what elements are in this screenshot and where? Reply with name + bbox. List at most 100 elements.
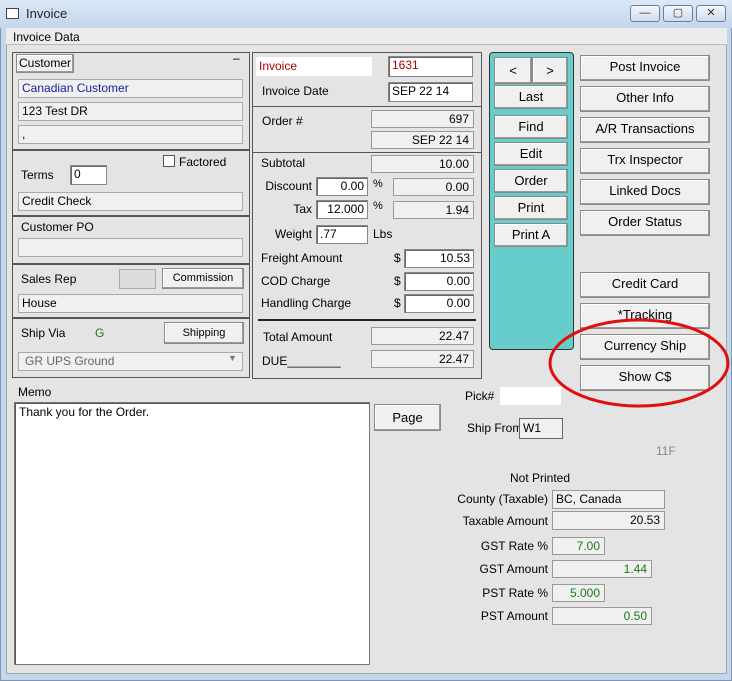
county-field: BC, Canada — [552, 490, 665, 509]
invoice-number-field[interactable]: 1631 — [388, 56, 473, 77]
total-amount-field: 22.47 — [371, 327, 474, 345]
menu-bar: Invoice Data — [6, 28, 727, 45]
ship-from-label: Ship From — [467, 421, 523, 435]
edit-button[interactable]: Edit — [494, 142, 568, 166]
ar-transactions-button[interactable]: A/R Transactions — [580, 117, 710, 143]
totals-separator — [258, 319, 476, 321]
credit-card-button[interactable]: Credit Card — [580, 272, 710, 298]
due-label: DUE________ — [262, 354, 341, 368]
freight-label: Freight Amount — [261, 251, 343, 265]
cod-label: COD Charge — [261, 274, 331, 288]
ship-via-label: Ship Via — [21, 326, 66, 340]
cod-input[interactable]: 0.00 — [404, 272, 474, 291]
window-icon — [6, 8, 19, 19]
gst-amount-label: GST Amount — [479, 562, 548, 576]
discount-pct-sign: % — [373, 178, 383, 190]
order-status-button[interactable]: Order Status — [580, 210, 710, 236]
commission-button[interactable]: Commission — [162, 268, 244, 289]
credit-check-field[interactable]: Credit Check — [18, 192, 243, 211]
invoice-date-label: Invoice Date — [262, 84, 329, 98]
customer-address-field[interactable]: 123 Test DR — [18, 102, 243, 121]
ship-method-select[interactable]: GR UPS Ground — [18, 352, 243, 371]
terms-label: Terms — [21, 168, 54, 182]
trx-inspector-button[interactable]: Trx Inspector — [580, 148, 710, 174]
dropdown-arrow-icon[interactable]: ▼ — [228, 353, 237, 363]
order-number-label: Order # — [262, 114, 303, 128]
weight-label: Weight — [274, 227, 312, 241]
customer-button[interactable]: Customer — [16, 54, 74, 73]
pst-amount-label: PST Amount — [480, 609, 548, 623]
print-button[interactable]: Print — [494, 196, 568, 220]
terms-input[interactable]: 0 — [70, 165, 107, 185]
code-label: 11F — [656, 444, 676, 458]
pick-label: Pick# — [465, 389, 495, 403]
discount-field: 0.00 — [393, 178, 474, 196]
weight-input[interactable]: .77 — [316, 225, 368, 244]
ship-from-field[interactable]: W1 — [519, 418, 563, 439]
shipping-button[interactable]: Shipping — [164, 322, 244, 344]
gst-amount-field: 1.44 — [552, 560, 652, 578]
other-info-button[interactable]: Other Info — [580, 86, 710, 112]
invoice-separator — [253, 106, 481, 107]
handling-input[interactable]: 0.00 — [404, 294, 474, 313]
memo-label: Memo — [18, 385, 52, 399]
invoice-date-field[interactable]: SEP 22 14 — [388, 82, 473, 102]
order-separator — [253, 152, 481, 153]
customer-city-field[interactable]: , — [18, 125, 243, 144]
tax-pct-input[interactable]: 12.000 — [316, 200, 368, 219]
factored-label: Factored — [179, 155, 227, 169]
total-amount-label: Total Amount — [263, 330, 333, 344]
customer-dash: – — [233, 51, 240, 65]
order-number-field: 697 — [371, 110, 474, 128]
find-button[interactable]: Find — [494, 115, 568, 139]
freight-dollar: $ — [394, 251, 401, 265]
minimize-button[interactable]: — — [630, 5, 660, 22]
maximize-button[interactable]: ▢ — [663, 5, 693, 22]
menu-invoice-data[interactable]: Invoice Data — [13, 30, 80, 44]
window-title: Invoice — [26, 6, 68, 21]
customer-po-field[interactable] — [18, 238, 243, 257]
prev-button[interactable]: < — [494, 57, 532, 84]
post-invoice-button[interactable]: Post Invoice — [580, 55, 710, 81]
close-button[interactable]: ✕ — [696, 5, 726, 22]
print-a-button[interactable]: Print A — [494, 223, 568, 247]
sales-rep-field[interactable]: House — [18, 294, 243, 313]
ship-via-code: G — [95, 326, 105, 340]
county-label: County (Taxable) — [457, 492, 548, 506]
invoice-label: Invoice — [256, 57, 372, 76]
pst-rate-label: PST Rate % — [482, 586, 548, 600]
subtotal-field: 10.00 — [371, 155, 474, 173]
cod-dollar: $ — [394, 274, 401, 288]
customer-name-field[interactable]: Canadian Customer — [18, 79, 243, 98]
tax-label: Tax — [293, 202, 312, 216]
order-date-field: SEP 22 14 — [371, 131, 474, 149]
gst-rate-label: GST Rate % — [480, 539, 548, 553]
factored-checkbox[interactable] — [163, 155, 175, 167]
freight-input[interactable]: 10.53 — [404, 249, 474, 268]
sales-rep-code-field[interactable] — [119, 269, 156, 289]
last-button[interactable]: Last — [494, 85, 568, 109]
title-bar[interactable] — [0, 0, 732, 28]
tax-pct-sign: % — [373, 200, 383, 212]
pst-amount-field: 0.50 — [552, 607, 652, 625]
discount-label: Discount — [265, 179, 312, 193]
discount-pct-input[interactable]: 0.00 — [316, 177, 368, 196]
pst-rate-field: 5.000 — [552, 584, 605, 602]
tax-field: 1.94 — [393, 201, 474, 219]
memo-textarea[interactable]: Thank you for the Order. — [14, 402, 370, 665]
sales-rep-label: Sales Rep — [21, 272, 77, 286]
next-button[interactable]: > — [532, 57, 568, 84]
due-field: 22.47 — [371, 350, 474, 368]
page-button[interactable]: Page — [374, 404, 441, 431]
linked-docs-button[interactable]: Linked Docs — [580, 179, 710, 205]
handling-label: Handling Charge — [261, 296, 352, 310]
order-button[interactable]: Order — [494, 169, 568, 193]
handling-dollar: $ — [394, 296, 401, 310]
print-status: Not Printed — [510, 471, 571, 485]
taxable-amount-field: 20.53 — [552, 511, 665, 530]
taxable-amount-label: Taxable Amount — [462, 514, 548, 528]
weight-unit: Lbs — [373, 227, 393, 241]
subtotal-label: Subtotal — [261, 156, 306, 170]
customer-po-label: Customer PO — [21, 220, 94, 234]
pick-field[interactable] — [500, 387, 561, 405]
